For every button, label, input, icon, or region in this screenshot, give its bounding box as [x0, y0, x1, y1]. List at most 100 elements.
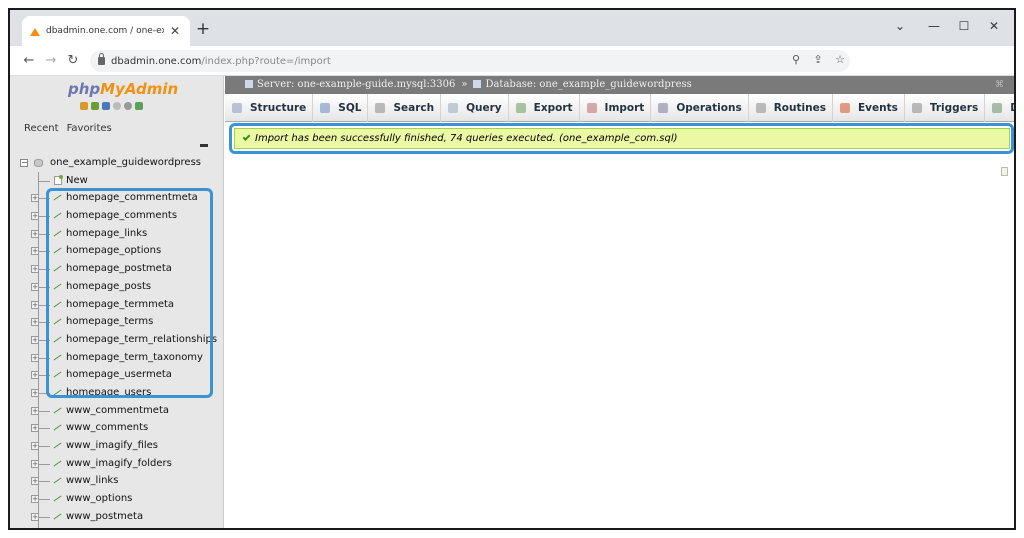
table-name: homepage_termmeta: [66, 298, 175, 310]
tree-table-item[interactable]: + homepage_comments: [18, 207, 224, 225]
tab-import[interactable]: Import: [580, 93, 652, 122]
tree-table-item[interactable]: + www_comments: [18, 419, 224, 437]
expand-icon[interactable]: +: [31, 406, 39, 415]
tree-branch: [38, 180, 50, 182]
expand-icon[interactable]: +: [31, 300, 39, 309]
routines-icon: [755, 102, 766, 113]
logout-icon[interactable]: [91, 102, 99, 110]
expand-icon[interactable]: +: [31, 194, 39, 203]
docs-icon[interactable]: [113, 102, 121, 110]
table-icon: [53, 300, 62, 309]
breadcrumb-server[interactable]: Server: one-example-guide.mysql:3306: [257, 79, 455, 90]
expand-icon[interactable]: +: [31, 229, 39, 238]
help-icon[interactable]: [102, 102, 110, 110]
expand-icon[interactable]: +: [31, 335, 39, 344]
tree-table-item[interactable]: + www_links: [18, 472, 224, 491]
bookmark-star-icon[interactable]: ☆: [832, 52, 848, 68]
reload-nav-icon[interactable]: [135, 102, 143, 110]
expand-icon[interactable]: +: [31, 459, 39, 468]
breadcrumb-database[interactable]: Database: one_example_guidewordpress: [485, 79, 691, 90]
tab-routines[interactable]: Routines: [749, 93, 833, 122]
tree-table-item[interactable]: + www_imagify_files: [18, 437, 224, 455]
tab-query[interactable]: Query: [441, 93, 509, 122]
tree-table-item[interactable]: + homepage_options: [18, 242, 224, 261]
tree-new[interactable]: New: [18, 171, 224, 190]
expand-icon[interactable]: +: [31, 353, 39, 362]
table-name: www_commentmeta: [66, 404, 169, 416]
tree-table-item[interactable]: +www_posts: [18, 525, 224, 528]
expand-icon[interactable]: +: [31, 477, 39, 486]
table-icon: [53, 193, 62, 202]
tab-structure[interactable]: Structure: [225, 93, 314, 122]
tab-search-icon[interactable]: ⌄: [890, 16, 910, 36]
share-icon[interactable]: ⇪: [810, 52, 826, 68]
settings-gear-icon[interactable]: [124, 102, 132, 110]
expand-icon[interactable]: +: [31, 371, 39, 380]
browser-tab[interactable]: dbadmin.one.com / one-example ✕: [22, 16, 190, 46]
tab-close-icon[interactable]: ✕: [170, 24, 180, 38]
console-page-icon[interactable]: [1001, 167, 1008, 176]
home-icon[interactable]: [80, 102, 88, 110]
new-tab-button[interactable]: +: [192, 18, 214, 40]
expand-icon[interactable]: +: [31, 442, 39, 450]
tab-events[interactable]: Events: [833, 93, 905, 122]
maximize-button[interactable]: ☐: [954, 16, 974, 36]
expand-icon[interactable]: +: [31, 424, 39, 433]
expand-icon[interactable]: +: [31, 212, 39, 221]
zoom-icon[interactable]: ⚲: [788, 52, 804, 68]
tree-table-item[interactable]: + homepage_terms: [18, 313, 224, 331]
import-success-message: Import has been successfully finished, 7…: [234, 128, 1010, 149]
tree-table-item[interactable]: + www_imagify_folders: [18, 454, 224, 473]
nav-quick-icons: [80, 102, 143, 110]
collapse-all-icon[interactable]: [200, 144, 208, 147]
tab-favorites[interactable]: Favorites: [65, 120, 114, 137]
tree-table-item[interactable]: + homepage_commentmeta: [18, 189, 224, 208]
new-label: New: [66, 174, 88, 186]
tree-database[interactable]: − one_example_guidewordpress: [18, 154, 224, 172]
menu-label: Routines: [773, 101, 826, 114]
tree-table-item[interactable]: + homepage_posts: [18, 277, 224, 296]
reload-icon[interactable]: ↻: [64, 52, 82, 70]
tree-table-item[interactable]: + www_postmeta: [18, 507, 224, 526]
tab-triggers[interactable]: Triggers: [905, 93, 986, 122]
tree-table-item[interactable]: + homepage_term_relationships: [18, 330, 224, 349]
export-icon: [515, 102, 526, 113]
tree-table-item[interactable]: + homepage_term_taxonomy: [18, 348, 224, 367]
back-arrow-icon[interactable]: ←: [20, 52, 38, 70]
tree-branch: [38, 269, 50, 271]
url-field[interactable]: dbadmin.one.com/index.php?route=/import: [90, 50, 850, 72]
tree-table-item[interactable]: + homepage_links: [18, 224, 224, 243]
tab-recent[interactable]: Recent: [22, 120, 61, 137]
tab-operations[interactable]: Operations: [651, 93, 749, 122]
close-window-button[interactable]: ✕: [984, 16, 1004, 36]
expand-icon[interactable]: +: [31, 512, 39, 521]
tree-table-item[interactable]: + www_commentmeta: [18, 401, 224, 420]
tree-table-item[interactable]: + homepage_postmeta: [18, 260, 224, 278]
tree-table-item[interactable]: + homepage_users: [18, 383, 224, 402]
tree-table-item[interactable]: + www_options: [18, 490, 224, 508]
expand-icon[interactable]: +: [31, 495, 39, 504]
table-name: homepage_usermeta: [66, 369, 172, 381]
url-path: /index.php?route=/import: [201, 55, 331, 67]
expand-icon[interactable]: +: [31, 247, 39, 256]
tree-table-item[interactable]: + homepage_usermeta: [18, 366, 224, 384]
phpmyadmin-logo[interactable]: phpMyAdmin: [68, 80, 178, 98]
minimize-button[interactable]: —: [924, 16, 944, 36]
expand-icon[interactable]: +: [31, 282, 39, 291]
tree-table-item[interactable]: + homepage_termmeta: [18, 295, 224, 314]
tab-search[interactable]: Search: [368, 93, 442, 122]
tree-branch: [38, 322, 50, 324]
table-icon: [53, 370, 62, 379]
maximize-pane-icon[interactable]: ⌘: [995, 76, 1004, 94]
table-icon: [53, 246, 62, 255]
expand-icon[interactable]: +: [31, 318, 39, 327]
tab-designer[interactable]: Designer: [985, 94, 1014, 122]
tab-export[interactable]: Export: [509, 93, 580, 122]
tree-branch: [38, 463, 50, 465]
expand-icon[interactable]: +: [31, 388, 39, 397]
forward-arrow-icon[interactable]: →: [42, 52, 60, 70]
collapse-icon[interactable]: −: [20, 159, 28, 167]
tab-sql[interactable]: SQL: [313, 93, 369, 122]
navigation-pane: phpMyAdmin Recent Favorites − one_exampl…: [10, 76, 224, 528]
expand-icon[interactable]: +: [31, 265, 39, 274]
